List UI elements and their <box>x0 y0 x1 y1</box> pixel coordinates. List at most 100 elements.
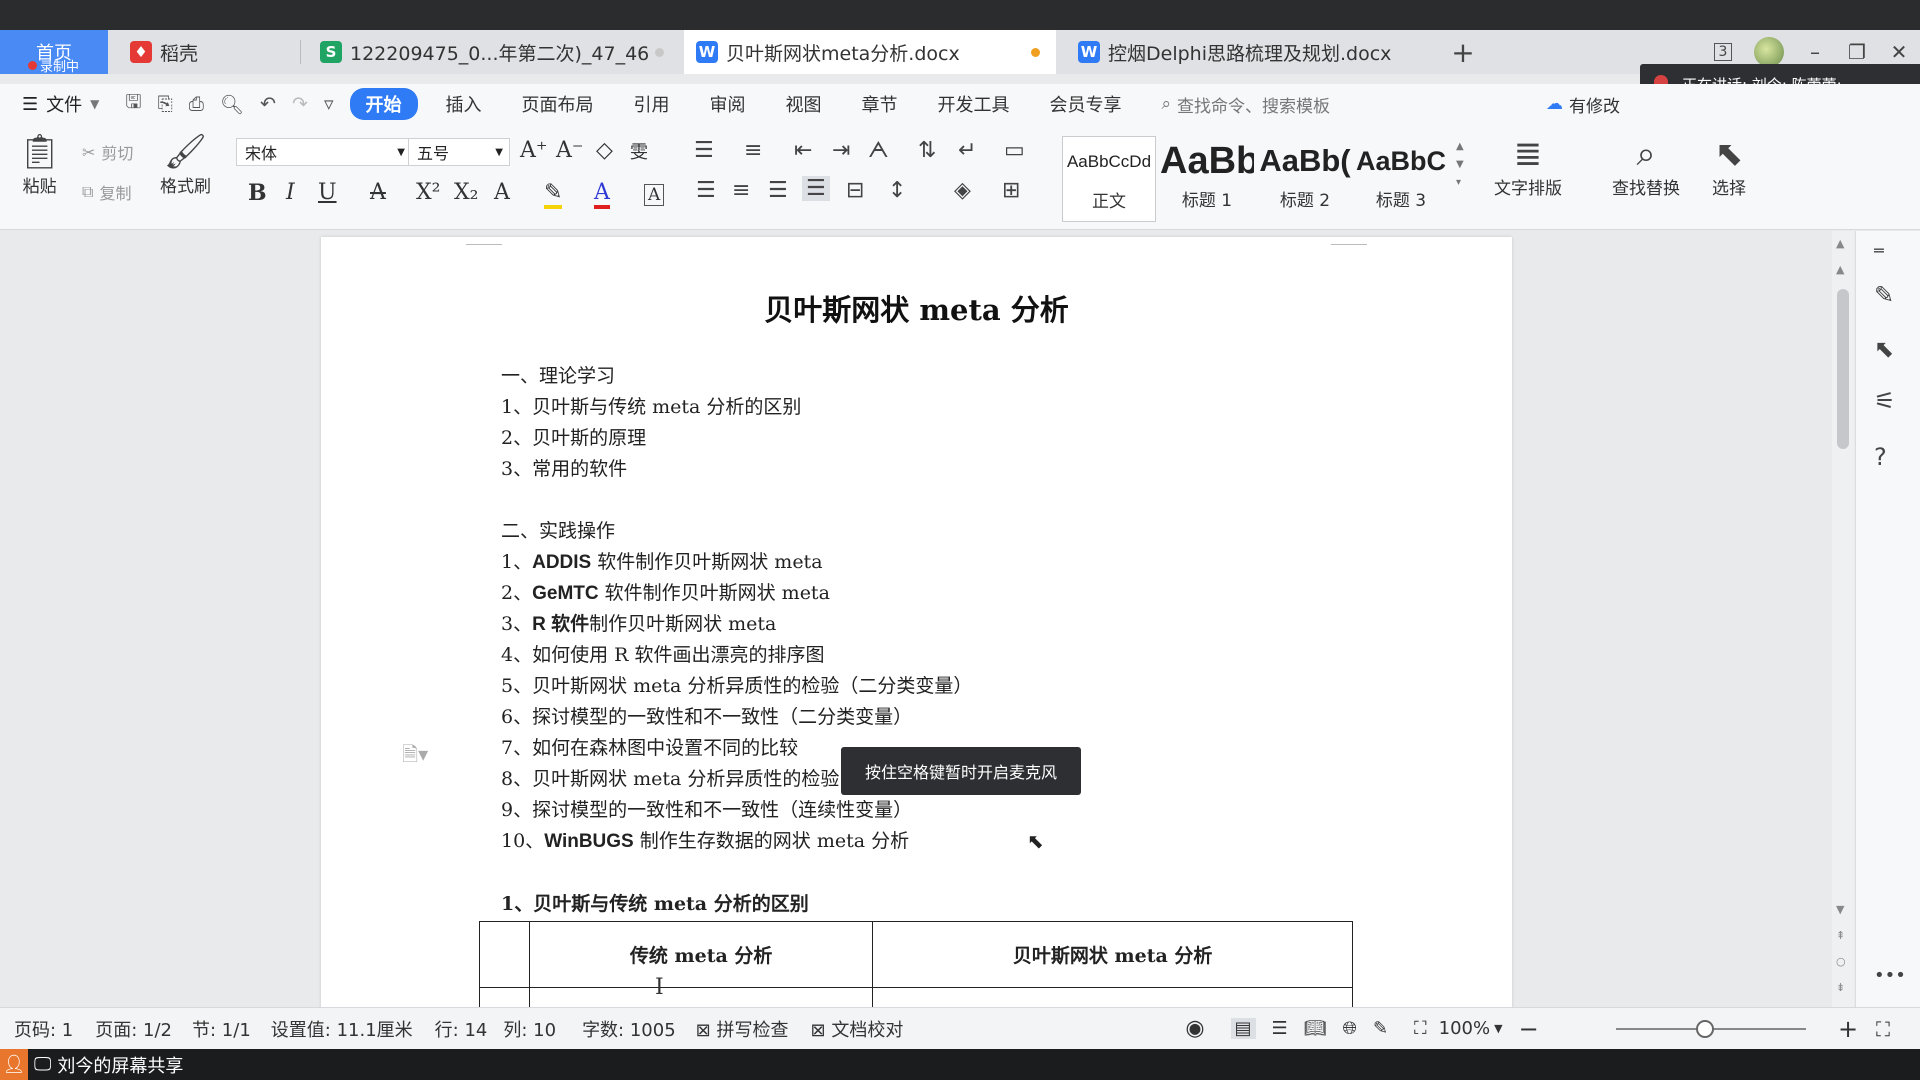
copy-button[interactable]: ⧉ 复制 <box>82 180 131 204</box>
tab-close-dot-icon[interactable] <box>655 48 664 57</box>
print-preview-icon[interactable]: 🔍︎ <box>220 93 244 116</box>
tab-active-document[interactable]: W 贝叶斯网状meta分析.docx <box>684 30 1056 74</box>
zoom-level[interactable]: 100% <box>1439 1018 1490 1039</box>
sort-icon[interactable]: ⇅ <box>918 138 936 163</box>
fullscreen-icon[interactable]: ⛶ <box>1876 1017 1890 1041</box>
scrollbar-thumb[interactable] <box>1837 289 1849 449</box>
table-header-cell[interactable]: 传统 meta 分析 <box>528 921 874 988</box>
paste-button[interactable]: 📋︎ 粘贴 <box>18 132 61 197</box>
cloud-sync-icon[interactable]: ☁ <box>1546 94 1563 114</box>
underline-icon[interactable]: U <box>318 180 337 205</box>
clear-format-icon[interactable]: ◇ <box>596 138 613 163</box>
tab-chapter[interactable]: 章节 <box>862 91 898 117</box>
more-icon[interactable]: ▿ <box>324 93 334 115</box>
collapse-icon[interactable]: ═ <box>1874 241 1884 260</box>
distribute-icon[interactable]: ⊟ <box>846 178 864 203</box>
undo-icon[interactable]: ↶ <box>260 93 276 115</box>
borders-icon[interactable]: ⊞ <box>1002 178 1020 203</box>
spell-check-button[interactable]: ⊠ 拼写检查 <box>696 1016 789 1042</box>
show-marks-icon[interactable]: ↵ <box>958 138 976 163</box>
zoom-in-icon[interactable]: + <box>1838 1015 1858 1043</box>
font-color-icon[interactable]: A <box>594 180 610 209</box>
prev-page-icon[interactable]: ⇞ <box>1836 929 1845 942</box>
table-cell[interactable] <box>872 987 1353 1007</box>
select-browse-icon[interactable]: ○ <box>1836 955 1846 968</box>
doc-proof-button[interactable]: ⊠ 文档校对 <box>811 1016 904 1042</box>
table-cell[interactable] <box>528 987 874 1007</box>
new-tab-plus-icon[interactable]: + <box>1446 30 1480 74</box>
tab-start[interactable]: 开始 <box>349 88 418 120</box>
pointer-icon[interactable]: ⬉ <box>1874 335 1894 363</box>
user-avatar[interactable] <box>1754 37 1784 67</box>
subscript-icon[interactable]: X₂ <box>454 180 478 205</box>
align-right-icon[interactable]: ☰ <box>768 178 788 203</box>
status-setting[interactable]: 设置值: 11.1厘米 <box>271 1016 413 1042</box>
phonetic-guide-icon[interactable]: 雯 <box>630 138 648 164</box>
document-page[interactable]: 贝叶斯网状 meta 分析 一、理论学习 1、贝叶斯与传统 meta 分析的区别… <box>321 237 1512 1007</box>
scroll-down-icon[interactable]: ▼ <box>1836 903 1844 916</box>
web-view-icon[interactable]: 🌐︎ <box>1343 1018 1357 1039</box>
tab-daoke[interactable]: ♦ 稻壳 <box>112 30 298 74</box>
cut-button[interactable]: ✂ 剪切 <box>82 140 133 164</box>
command-search[interactable]: ⌕ 查找命令、搜索模板 <box>1162 92 1331 117</box>
shading-icon[interactable]: ◈ <box>954 178 971 203</box>
line-spacing-icon[interactable]: ↕ <box>888 178 906 203</box>
ruler-icon[interactable]: ▭ <box>1004 138 1025 163</box>
scroll-up-icon[interactable]: ▲ <box>1836 263 1844 276</box>
tab-developer[interactable]: 开发工具 <box>938 91 1010 117</box>
write-mode-icon[interactable]: ✎ <box>1373 1018 1388 1039</box>
tab-review[interactable]: 审阅 <box>710 91 746 117</box>
grow-font-icon[interactable]: A⁺ <box>520 138 548 163</box>
scroll-up-icon[interactable]: ▲ <box>1836 237 1844 250</box>
tab-document-2[interactable]: W 控烟Delphi思路梳理及规划.docx <box>1060 30 1436 74</box>
zoom-out-icon[interactable]: − <box>1519 1015 1539 1043</box>
superscript-icon[interactable]: X² <box>416 180 440 205</box>
vertical-scrollbar[interactable]: ▲ ▲ ▼ ⇞ ○ ⇟ <box>1832 231 1854 1007</box>
decrease-indent-icon[interactable]: ⇤ <box>794 138 812 163</box>
eye-protection-icon[interactable]: ◉ <box>1185 1016 1204 1041</box>
status-page-number[interactable]: 页码: 1 <box>14 1016 73 1042</box>
increase-indent-icon[interactable]: ⇥ <box>832 138 850 163</box>
output-icon[interactable]: ⎘ <box>158 93 173 115</box>
select-button[interactable]: ⬉ 选择 <box>1712 134 1746 199</box>
style-normal[interactable]: AaBbCcDd 正文 <box>1062 136 1156 222</box>
tab-spreadsheet[interactable]: S 122209475_0...年第二次)_47_46 <box>302 30 680 74</box>
tab-view[interactable]: 视图 <box>786 91 822 117</box>
status-row[interactable]: 行: 14 <box>435 1016 488 1042</box>
style-heading-2[interactable]: AaBb( 标题 2 <box>1258 136 1352 222</box>
fit-page-icon[interactable]: ⛶ <box>1414 1018 1427 1039</box>
numbered-list-icon[interactable]: ≡ <box>744 138 762 163</box>
text-layout-button[interactable]: ≣ 文字排版 <box>1494 134 1562 199</box>
table-header-cell[interactable]: 贝叶斯网状 meta 分析 <box>872 921 1353 988</box>
text-effect-icon[interactable]: A <box>494 180 510 205</box>
find-replace-button[interactable]: ⌕ 查找替换 <box>1612 134 1680 199</box>
font-name-select[interactable]: 宋体 ▼ <box>236 138 412 166</box>
help-icon[interactable]: ? <box>1874 443 1887 471</box>
sliders-icon[interactable]: ⚟ <box>1874 387 1896 415</box>
table-cell[interactable] <box>479 987 530 1007</box>
pen-icon[interactable]: ✎ <box>1874 281 1894 309</box>
style-heading-1[interactable]: AaBb 标题 1 <box>1160 136 1254 222</box>
tab-home[interactable]: 首页 录制中 <box>0 30 108 75</box>
file-menu[interactable]: ☰ 文件 ▼ <box>22 91 99 117</box>
strikethrough-icon[interactable]: A <box>370 180 386 205</box>
reading-view-icon[interactable]: 📖︎ <box>1304 1018 1327 1039</box>
format-painter-button[interactable]: 🖌︎ 格式刷 <box>160 132 211 197</box>
tab-insert[interactable]: 插入 <box>446 91 482 117</box>
style-heading-3[interactable]: AaBbC 标题 3 <box>1354 136 1448 222</box>
tab-references[interactable]: 引用 <box>634 91 670 117</box>
bold-icon[interactable]: B <box>248 180 267 206</box>
align-center-icon[interactable]: ≡ <box>732 178 750 203</box>
justify-icon[interactable]: ☰ <box>802 176 830 201</box>
font-size-select[interactable]: 五号 ▼ <box>408 138 510 166</box>
outline-view-icon[interactable]: ☰ <box>1272 1018 1288 1039</box>
next-page-icon[interactable]: ⇟ <box>1836 981 1845 994</box>
table-cell[interactable] <box>479 921 530 988</box>
tab-member[interactable]: 会员专享 <box>1050 91 1122 117</box>
redo-icon[interactable]: ↷ <box>292 93 308 115</box>
shrink-font-icon[interactable]: A⁻ <box>556 138 584 163</box>
tab-page-layout[interactable]: 页面布局 <box>522 91 594 117</box>
align-left-icon[interactable]: ☰ <box>696 178 716 203</box>
status-word-count[interactable]: 字数: 1005 <box>582 1016 676 1042</box>
char-border-icon[interactable]: A <box>644 184 665 206</box>
